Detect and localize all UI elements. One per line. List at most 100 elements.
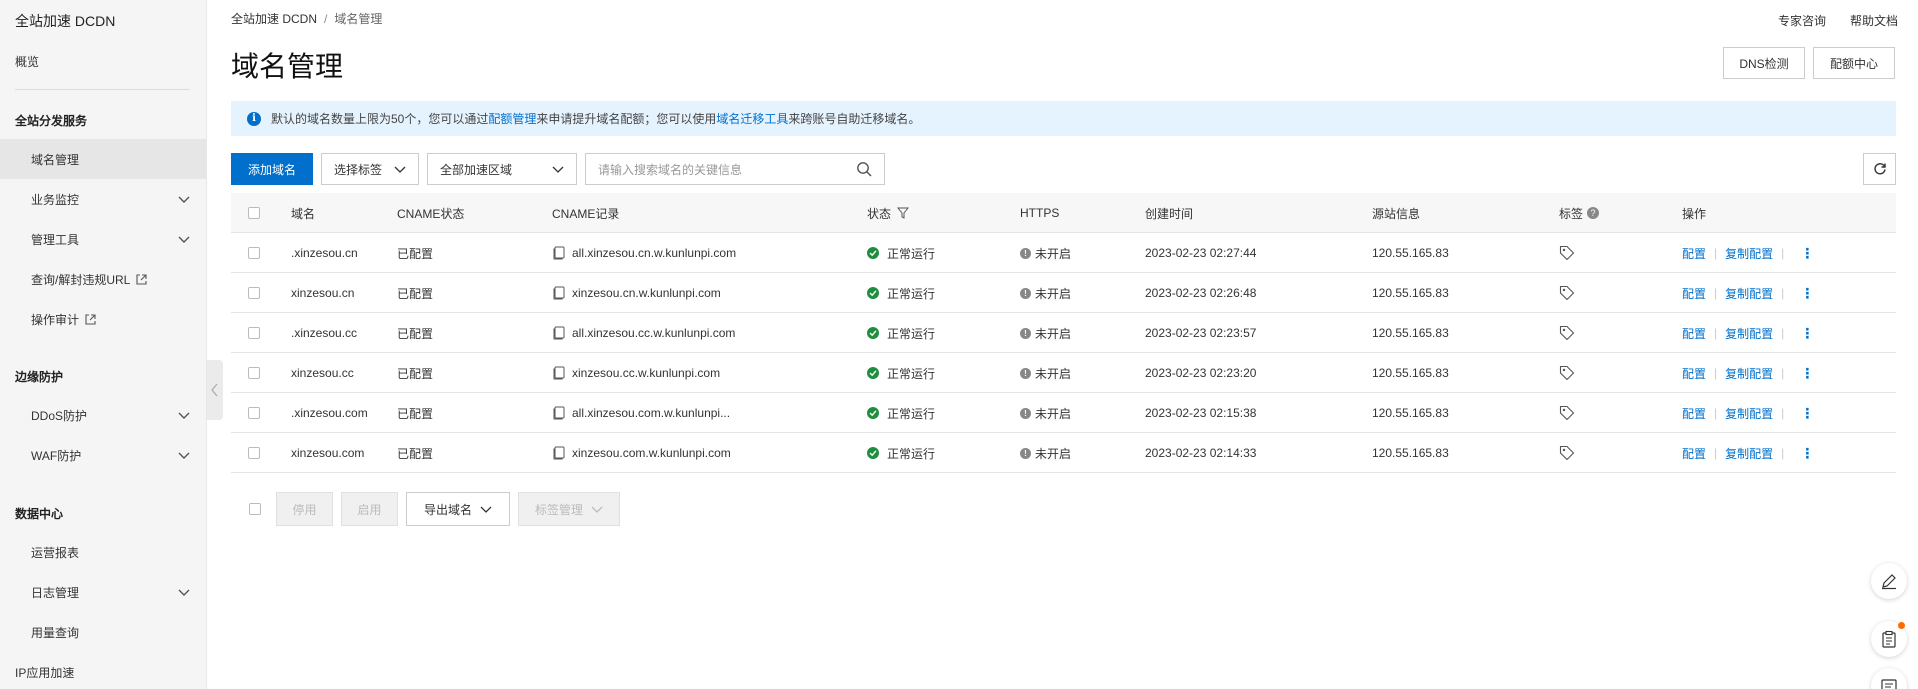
chevron-down-icon bbox=[178, 412, 190, 419]
help-docs-link[interactable]: 帮助文档 bbox=[1850, 12, 1898, 29]
sidebar-item-log-management[interactable]: 日志管理 bbox=[0, 572, 207, 612]
configure-link[interactable]: 配置 bbox=[1682, 405, 1706, 422]
breadcrumb-separator: / bbox=[324, 12, 328, 26]
expert-consult-link[interactable]: 专家咨询 bbox=[1778, 12, 1826, 29]
clipboard-float-button[interactable] bbox=[1871, 621, 1907, 657]
domain-migration-tool-link[interactable]: 域名迁移工具 bbox=[716, 110, 788, 127]
check-circle-icon bbox=[867, 247, 879, 259]
copy-icon[interactable] bbox=[552, 366, 566, 380]
tag-icon[interactable] bbox=[1559, 445, 1575, 461]
created-time: 2023-02-23 02:23:57 bbox=[1145, 326, 1257, 340]
enable-button[interactable]: 启用 bbox=[341, 492, 398, 526]
chevron-down-icon bbox=[178, 196, 190, 203]
created-time: 2023-02-23 02:27:44 bbox=[1145, 246, 1257, 260]
sidebar-group-data-center: 数据中心 bbox=[15, 507, 64, 521]
bulk-select-checkbox[interactable] bbox=[248, 492, 262, 526]
row-checkbox[interactable] bbox=[248, 233, 260, 273]
dns-check-button[interactable]: DNS检测 bbox=[1723, 47, 1805, 79]
copy-icon[interactable] bbox=[552, 406, 566, 420]
sidebar-item-domain-management[interactable]: 域名管理 bbox=[0, 139, 207, 179]
action-divider: | bbox=[1781, 286, 1785, 300]
breadcrumb-root[interactable]: 全站加速 DCDN bbox=[231, 12, 317, 26]
cname-record: xinzesou.com.w.kunlunpi.com bbox=[552, 433, 731, 473]
sidebar-item-operation-report[interactable]: 运营报表 bbox=[0, 532, 207, 572]
copy-config-link[interactable]: 复制配置 bbox=[1725, 405, 1773, 422]
refresh-button[interactable] bbox=[1863, 153, 1896, 185]
sidebar-item-ddos[interactable]: DDoS防护 bbox=[0, 395, 207, 435]
more-actions-icon[interactable]: ⋮ bbox=[1800, 365, 1814, 382]
sidebar-item-operation-audit[interactable]: 操作审计 bbox=[0, 299, 207, 339]
copy-config-link[interactable]: 复制配置 bbox=[1725, 365, 1773, 382]
header-domain: 域名 bbox=[291, 206, 316, 221]
running-status: 正常运行 bbox=[867, 393, 935, 433]
tag-icon[interactable] bbox=[1559, 325, 1575, 341]
quota-management-link[interactable]: 配额管理 bbox=[488, 110, 536, 127]
copy-icon[interactable] bbox=[552, 446, 566, 460]
tag-management-button[interactable]: 标签管理 bbox=[518, 492, 620, 526]
configure-link[interactable]: 配置 bbox=[1682, 245, 1706, 262]
https-status-text: 未开启 bbox=[1035, 446, 1072, 461]
sidebar-item-query-unblock-url[interactable]: 查询/解封违规URL bbox=[0, 259, 207, 299]
edit-float-button[interactable] bbox=[1871, 563, 1907, 599]
row-checkbox[interactable] bbox=[248, 273, 260, 313]
more-actions-icon[interactable]: ⋮ bbox=[1800, 245, 1814, 262]
sidebar-item-waf[interactable]: WAF防护 bbox=[0, 435, 207, 475]
copy-config-link[interactable]: 复制配置 bbox=[1725, 325, 1773, 342]
region-select-value: 全部加速区域 bbox=[440, 162, 513, 177]
sidebar-group-edge-protection: 边缘防护 bbox=[15, 370, 64, 384]
export-domains-button[interactable]: 导出域名 bbox=[406, 492, 510, 526]
region-select[interactable]: 全部加速区域 bbox=[427, 153, 577, 185]
enable-label: 启用 bbox=[357, 502, 382, 517]
row-checkbox[interactable] bbox=[248, 313, 260, 353]
sidebar-item-management-tools[interactable]: 管理工具 bbox=[0, 219, 207, 259]
domain-name[interactable]: xinzesou.cn bbox=[291, 273, 354, 313]
domain-name[interactable]: .xinzesou.com bbox=[291, 393, 368, 433]
https-status-text: 未开启 bbox=[1035, 326, 1072, 341]
copy-config-link[interactable]: 复制配置 bbox=[1725, 245, 1773, 262]
created-time: 2023-02-23 02:14:33 bbox=[1145, 446, 1257, 460]
quota-center-button[interactable]: 配额中心 bbox=[1813, 47, 1895, 79]
add-domain-button[interactable]: 添加域名 bbox=[231, 153, 313, 185]
sidebar-item-overview[interactable]: 概览 bbox=[0, 41, 207, 81]
more-actions-icon[interactable]: ⋮ bbox=[1800, 285, 1814, 302]
https-status-text: 未开启 bbox=[1035, 286, 1072, 301]
sidebar-item-ip-acceleration[interactable]: IP应用加速 bbox=[0, 652, 207, 689]
copy-icon[interactable] bbox=[552, 246, 566, 260]
search-input[interactable]: 请输入搜索域名的关键信息 bbox=[585, 153, 885, 185]
select-all-checkbox[interactable] bbox=[248, 193, 260, 233]
tag-icon[interactable] bbox=[1559, 365, 1575, 381]
disable-button[interactable]: 停用 bbox=[276, 492, 333, 526]
sidebar-item-usage-query[interactable]: 用量查询 bbox=[0, 612, 207, 652]
message-float-button[interactable] bbox=[1871, 668, 1907, 689]
row-checkbox[interactable] bbox=[248, 353, 260, 393]
search-icon[interactable] bbox=[856, 161, 872, 177]
exclamation-circle-icon: ! bbox=[1020, 327, 1031, 339]
help-icon[interactable]: ? bbox=[1587, 207, 1600, 219]
tag-icon[interactable] bbox=[1559, 245, 1575, 261]
domain-name[interactable]: .xinzesou.cn bbox=[291, 233, 358, 273]
domain-name[interactable]: xinzesou.com bbox=[291, 433, 364, 473]
more-actions-icon[interactable]: ⋮ bbox=[1800, 405, 1814, 422]
top-links: 专家咨询 帮助文档 bbox=[1778, 12, 1898, 29]
cname-record: all.xinzesou.com.w.kunlunpi... bbox=[552, 393, 730, 433]
configure-link[interactable]: 配置 bbox=[1682, 285, 1706, 302]
copy-icon[interactable] bbox=[552, 326, 566, 340]
row-checkbox[interactable] bbox=[248, 433, 260, 473]
sidebar-item-business-monitor[interactable]: 业务监控 bbox=[0, 179, 207, 219]
more-actions-icon[interactable]: ⋮ bbox=[1800, 325, 1814, 342]
copy-config-link[interactable]: 复制配置 bbox=[1725, 445, 1773, 462]
row-checkbox[interactable] bbox=[248, 393, 260, 433]
sidebar-collapse-handle[interactable] bbox=[207, 360, 223, 420]
configure-link[interactable]: 配置 bbox=[1682, 325, 1706, 342]
filter-icon[interactable] bbox=[897, 207, 910, 219]
tag-icon[interactable] bbox=[1559, 285, 1575, 301]
configure-link[interactable]: 配置 bbox=[1682, 445, 1706, 462]
configure-link[interactable]: 配置 bbox=[1682, 365, 1706, 382]
tag-select[interactable]: 选择标签 bbox=[321, 153, 419, 185]
domain-name[interactable]: .xinzesou.cc bbox=[291, 313, 357, 353]
tag-icon[interactable] bbox=[1559, 405, 1575, 421]
copy-icon[interactable] bbox=[552, 286, 566, 300]
more-actions-icon[interactable]: ⋮ bbox=[1800, 445, 1814, 462]
domain-name[interactable]: xinzesou.cc bbox=[291, 353, 354, 393]
copy-config-link[interactable]: 复制配置 bbox=[1725, 285, 1773, 302]
